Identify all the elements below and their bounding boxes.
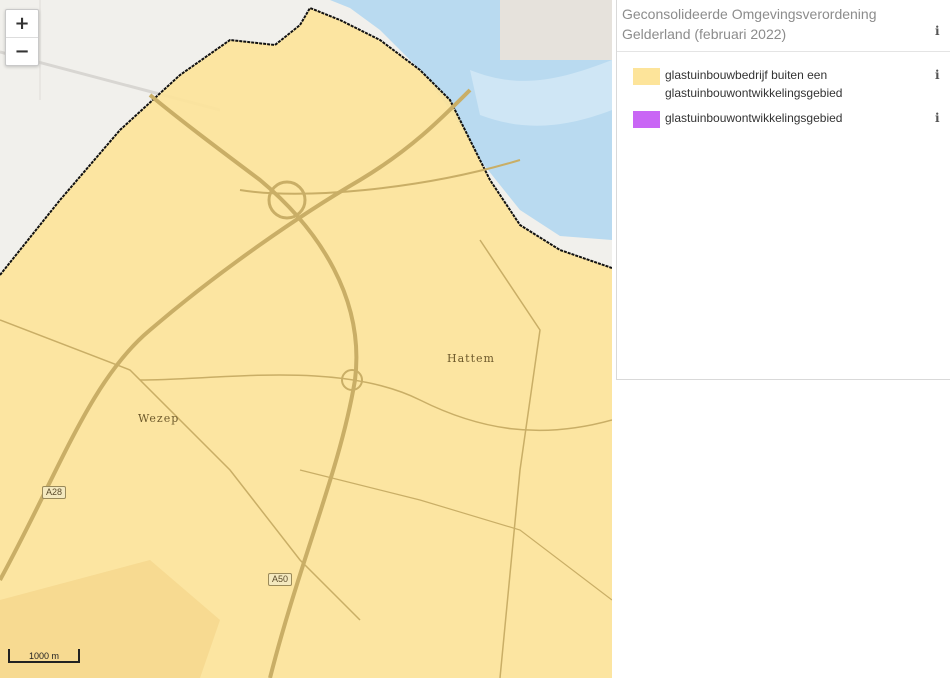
zoom-out-button[interactable]: − [6, 37, 38, 65]
place-label-wezep: Wezep [138, 412, 180, 425]
legend-divider [617, 51, 950, 52]
scale-bar: 1000 m [8, 649, 80, 663]
legend-item-label: glastuinbouwbedrijf buiten een glastuinb… [665, 68, 843, 100]
road-shield-a28: A28 [42, 486, 67, 499]
town-area [500, 0, 612, 60]
road-shield-a50: A50 [268, 573, 293, 586]
zoom-control: + − [5, 9, 39, 66]
info-icon[interactable]: i [935, 68, 940, 82]
zoom-in-button[interactable]: + [6, 10, 38, 37]
legend-item-label: glastuinbouwontwikkelingsgebied [665, 111, 843, 125]
legend-item: glastuinbouwbedrijf buiten een glastuinb… [633, 66, 923, 106]
legend-swatch [633, 111, 660, 128]
place-label-hattem: Hattem [447, 352, 495, 365]
legend-swatch [633, 68, 660, 85]
map-layers [0, 0, 612, 678]
legend-item: glastuinbouwontwikkelingsgebied [633, 109, 923, 131]
legend-title: Geconsolideerde Omgevingsverordening Gel… [622, 6, 877, 42]
map-canvas[interactable]: + − Hattem Wezep A28 A50 1000 m [0, 0, 612, 678]
info-icon[interactable]: i [935, 24, 940, 38]
info-icon[interactable]: i [935, 111, 940, 125]
legend-panel: Geconsolideerde Omgevingsverordening Gel… [616, 0, 950, 380]
